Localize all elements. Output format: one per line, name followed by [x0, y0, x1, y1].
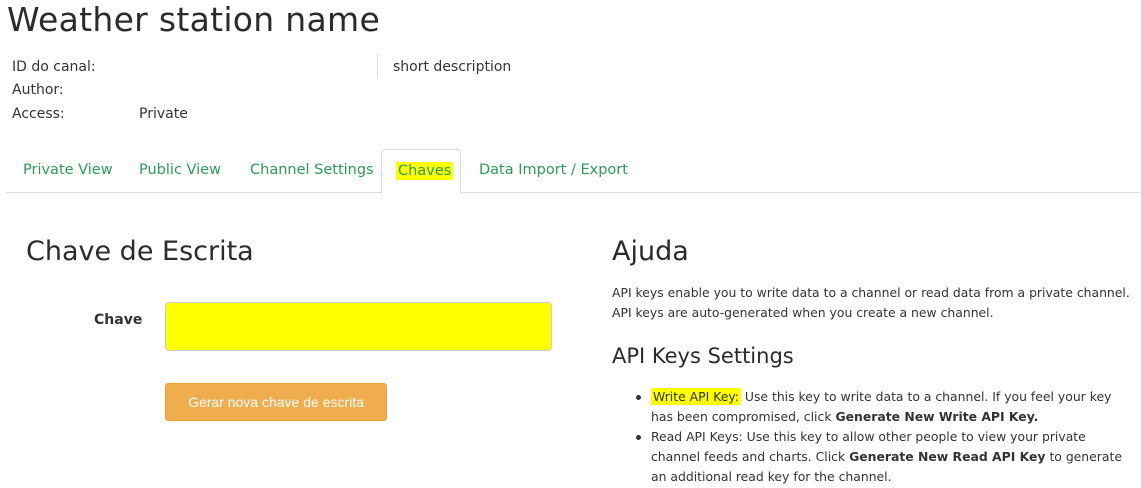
write-key-label: Chave — [94, 312, 143, 328]
access-value: Private — [139, 106, 188, 122]
list-item-read-key: Read API Keys: Use this key to allow oth… — [612, 427, 1132, 487]
channel-id-label: ID do canal: — [12, 59, 96, 75]
tab-public-view[interactable]: Public View — [123, 149, 237, 193]
tab-label: Public View — [139, 162, 221, 178]
access-label: Access: — [12, 106, 65, 122]
generate-write-key-button[interactable]: Gerar nova chave de escrita — [165, 383, 387, 421]
write-key-field[interactable] — [165, 302, 552, 351]
tab-label: Chaves — [396, 162, 454, 180]
api-keys-settings-heading: API Keys Settings — [612, 344, 794, 368]
tab-private-view[interactable]: Private View — [7, 149, 129, 193]
help-heading: Ajuda — [612, 236, 689, 267]
help-intro: API keys enable you to write data to a c… — [612, 285, 1130, 320]
author-label: Author: — [12, 82, 64, 98]
channel-tabs: Private View Public View Channel Setting… — [6, 149, 1141, 194]
read-api-key-term: Read API Keys: — [651, 429, 743, 444]
tab-channel-settings[interactable]: Channel Settings — [234, 149, 390, 193]
page-title: Weather station name — [7, 0, 381, 39]
tab-label: Channel Settings — [250, 162, 374, 178]
tab-label: Data Import / Export — [479, 162, 628, 178]
tab-label: Private View — [23, 162, 113, 178]
tab-chaves[interactable]: Chaves — [381, 149, 461, 194]
list-item-bold: Generate New Write API Key. — [835, 409, 1039, 424]
api-keys-list: Write API Key: Use this key to write dat… — [612, 387, 1132, 487]
tab-data-import-export[interactable]: Data Import / Export — [463, 149, 644, 193]
write-key-heading: Chave de Escrita — [26, 236, 254, 267]
write-api-key-term: Write API Key: — [651, 388, 741, 405]
channel-description: short description — [393, 59, 512, 75]
meta-divider — [377, 55, 378, 77]
list-item-bold: Generate New Read API Key — [849, 449, 1046, 464]
list-item-write-key: Write API Key: Use this key to write dat… — [612, 387, 1132, 427]
